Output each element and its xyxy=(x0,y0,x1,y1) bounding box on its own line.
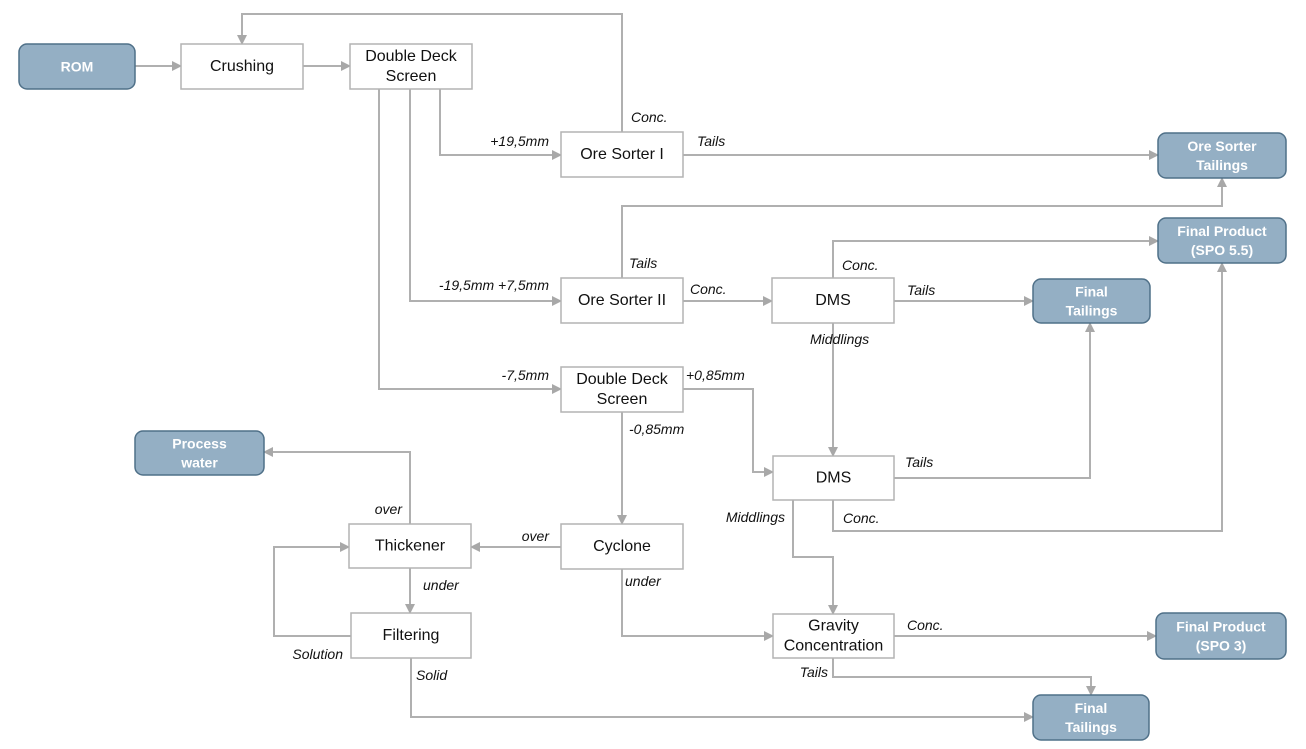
process-node-dds1: Double Deck Screen xyxy=(349,43,473,90)
node-label-fp3: (SPO 3) xyxy=(1196,638,1247,654)
connector-filtering-ft2 xyxy=(410,658,1034,722)
flow-label-dds1-dds2: -7,5mm xyxy=(502,367,550,383)
node-label-gravity: Concentration xyxy=(784,638,884,655)
connector-dds2-dms2 xyxy=(683,388,774,477)
process-node-dds2: Double Deck Screen xyxy=(560,366,684,413)
connector-gravity-ft2 xyxy=(832,658,1096,696)
node-label-crushing: Crushing xyxy=(210,58,274,75)
node-label-gravity: Gravity xyxy=(808,618,859,635)
node-label-rom: ROM xyxy=(61,59,94,75)
terminal-node-fp55: Final Product (SPO 5.5) xyxy=(1157,217,1287,264)
flow-label-os2-dms1: Conc. xyxy=(690,281,727,297)
node-label-ost: Tailings xyxy=(1196,157,1248,173)
process-node-os2: Ore Sorter II xyxy=(560,277,684,324)
node-label-dds2: Double Deck xyxy=(576,371,669,388)
terminal-node-ft1: Final Tailings xyxy=(1032,278,1151,324)
process-node-dms1: DMS xyxy=(771,277,895,324)
node-label-ost: Ore Sorter xyxy=(1187,138,1257,154)
node-label-dms1: DMS xyxy=(815,292,851,309)
node-label-thickener: Thickener xyxy=(375,538,446,555)
node-label-os1: Ore Sorter I xyxy=(580,146,664,163)
process-node-os1: Ore Sorter I xyxy=(560,131,684,178)
terminal-node-pw: Process water xyxy=(134,430,265,476)
flow-label-dms1-fp55: Conc. xyxy=(842,257,879,273)
flow-label-dms2-ft1: Tails xyxy=(905,454,933,470)
flow-label-thickener-pw: over xyxy=(375,501,404,517)
flow-label-os2-ost: Tails xyxy=(629,255,657,271)
node-label-dds1: Double Deck xyxy=(365,48,458,65)
flow-label-dms2-fp55: Conc. xyxy=(843,510,880,526)
flow-label-dds1-os1: +19,5mm xyxy=(490,133,549,149)
flow-label-os1-crushing: Conc. xyxy=(631,109,668,125)
flow-label-dds2-dms2: +0,85mm xyxy=(686,367,745,383)
flow-label-gravity-fp3: Conc. xyxy=(907,617,944,633)
process-node-thickener: Thickener xyxy=(348,523,472,569)
terminal-node-ft2: Final Tailings xyxy=(1032,694,1150,741)
process-node-dms2: DMS xyxy=(772,455,895,501)
flow-label-filtering-thickener: Solution xyxy=(292,646,343,662)
connector-dms1-fp55 xyxy=(832,236,1159,278)
terminal-node-fp3: Final Product (SPO 3) xyxy=(1155,612,1287,660)
process-node-gravity: Gravity Concentration xyxy=(772,613,895,659)
node-label-ft2: Tailings xyxy=(1065,719,1117,735)
node-label-ft1: Final xyxy=(1075,284,1108,300)
connector-dms2-gravity xyxy=(792,500,838,615)
node-label-dms2: DMS xyxy=(816,470,852,487)
node-label-pw: Process xyxy=(172,436,227,452)
process-flow-diagram: ROM Crushing Double Deck Screen Ore Sorter I… xyxy=(18,13,1287,741)
connector-os2-ost xyxy=(621,177,1227,278)
flow-label-cyclone-gravity: under xyxy=(625,573,662,589)
node-label-pw: water xyxy=(180,455,218,471)
node-label-fp55: Final Product xyxy=(1177,223,1267,239)
flow-label-dms1-dms2: Middlings xyxy=(810,331,869,347)
flow-label-gravity-ft2: Tails xyxy=(800,664,828,680)
node-label-fp55: (SPO 5.5) xyxy=(1191,242,1253,258)
node-label-os2: Ore Sorter II xyxy=(578,292,666,309)
flow-label-dds2-cyclone: -0,85mm xyxy=(629,421,685,437)
node-label-filtering: Filtering xyxy=(383,627,440,644)
flow-label-filtering-ft2: Solid xyxy=(416,667,448,683)
process-node-crushing: Crushing xyxy=(180,43,304,90)
terminal-node-rom: ROM xyxy=(18,43,136,90)
flow-label-os1-ost: Tails xyxy=(697,133,725,149)
connector-filtering-thickener xyxy=(273,542,351,637)
flow-label-thickener-filtering: under xyxy=(423,577,460,593)
terminal-node-ost: Ore Sorter Tailings xyxy=(1157,132,1287,179)
flow-label-dms1-ft1: Tails xyxy=(907,282,935,298)
process-node-filtering: Filtering xyxy=(350,612,472,659)
node-label-cyclone: Cyclone xyxy=(593,538,651,555)
node-label-ft1: Tailings xyxy=(1066,303,1118,319)
flow-label-dds1-os2: -19,5mm +7,5mm xyxy=(439,277,549,293)
node-label-dds2: Screen xyxy=(597,391,648,408)
process-node-cyclone: Cyclone xyxy=(560,523,684,570)
flow-label-dms2-gravity: Middlings xyxy=(726,509,785,525)
flow-label-cyclone-thickener: over xyxy=(522,528,551,544)
node-label-dds1: Screen xyxy=(386,68,437,85)
node-label-ft2: Final xyxy=(1075,700,1108,716)
node-label-fp3: Final Product xyxy=(1176,619,1266,635)
connector-dds1-os2 xyxy=(409,89,562,306)
